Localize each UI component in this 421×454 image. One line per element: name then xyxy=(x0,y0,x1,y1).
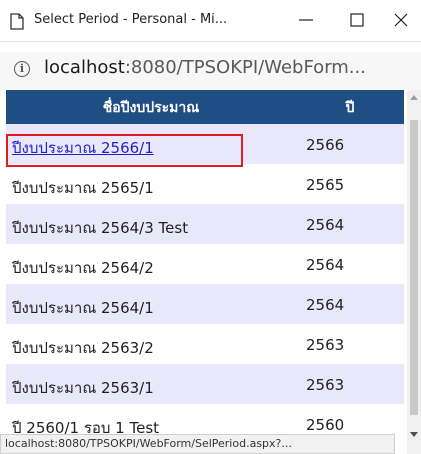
vertical-scrollbar[interactable] xyxy=(407,90,421,454)
scroll-down-icon[interactable] xyxy=(410,432,418,438)
url-host: localhost xyxy=(44,57,125,78)
table-row[interactable]: ปีงบประมาณ 2564/1 2564 xyxy=(6,284,404,324)
minimize-icon xyxy=(299,19,313,21)
table-row[interactable]: ปีงบประมาณ 2564/3 Test 2564 xyxy=(6,204,404,244)
row-name: ปีงบประมาณ 2565/1 xyxy=(12,179,154,197)
row-year: 2564 xyxy=(306,296,345,314)
close-icon xyxy=(394,13,408,27)
info-icon[interactable]: i xyxy=(14,61,30,77)
table-row[interactable]: ปีงบประมาณ 2563/2 2563 xyxy=(6,324,404,364)
period-table: ชื่อปีงบประมาณ ปี ปีงบประมาณ 2566/1 2566… xyxy=(0,90,405,436)
row-name: ปีงบประมาณ 2564/2 xyxy=(12,259,154,277)
row-year: 2564 xyxy=(306,256,345,274)
row-year: 2563 xyxy=(306,336,345,354)
row-name: ปี 2560/1 รอบ 1 Test xyxy=(12,419,160,436)
title-bar: Select Period - Personal - Mi... xyxy=(0,0,421,42)
column-header-name: ชื่อปีงบประมาณ xyxy=(102,100,200,116)
scroll-thumb[interactable] xyxy=(410,120,418,415)
page-icon xyxy=(10,13,24,34)
row-year: 2564 xyxy=(306,216,345,234)
maximize-icon xyxy=(350,13,364,27)
status-url: localhost:8080/TPSOKPI/WebForm/SelPeriod… xyxy=(5,437,292,450)
row-name: ปีงบประมาณ 2564/3 Test xyxy=(12,219,189,237)
table-row[interactable]: ปีงบประมาณ 2564/2 2564 xyxy=(6,244,404,284)
row-name: ปีงบประมาณ 2564/1 xyxy=(12,299,154,317)
window-title: Select Period - Personal - Mi... xyxy=(34,12,228,27)
table-row[interactable]: ปี 2560/1 รอบ 1 Test 2560 xyxy=(6,404,404,436)
minimize-button[interactable] xyxy=(291,6,321,34)
table-row[interactable]: ปีงบประมาณ 2565/1 2565 xyxy=(6,164,404,204)
maximize-button[interactable] xyxy=(342,6,372,34)
row-name: ปีงบประมาณ 2563/2 xyxy=(12,339,154,357)
row-year: 2566 xyxy=(306,136,345,154)
table-row[interactable]: ปีงบประมาณ 2563/1 2563 xyxy=(6,364,404,404)
table-header: ชื่อปีงบประมาณ ปี xyxy=(6,90,404,124)
period-link[interactable]: ปีงบประมาณ 2566/1 xyxy=(12,136,154,160)
scroll-up-icon[interactable] xyxy=(410,94,418,100)
table-row[interactable]: ปีงบประมาณ 2566/1 2566 xyxy=(6,124,404,164)
status-bar: localhost:8080/TPSOKPI/WebForm/SelPeriod… xyxy=(0,434,395,454)
column-header-year: ปี xyxy=(345,100,355,116)
row-name: ปีงบประมาณ 2563/1 xyxy=(12,379,154,397)
row-year: 2560 xyxy=(306,416,345,434)
url-path: :8080/TPSOKPI/WebForm... xyxy=(124,57,366,78)
row-year: 2565 xyxy=(306,176,345,194)
close-button[interactable] xyxy=(386,6,416,34)
row-year: 2563 xyxy=(306,376,345,394)
address-bar[interactable]: i localhost:8080/TPSOKPI/WebForm... xyxy=(0,52,421,90)
address-url[interactable]: localhost:8080/TPSOKPI/WebForm... xyxy=(44,57,366,78)
